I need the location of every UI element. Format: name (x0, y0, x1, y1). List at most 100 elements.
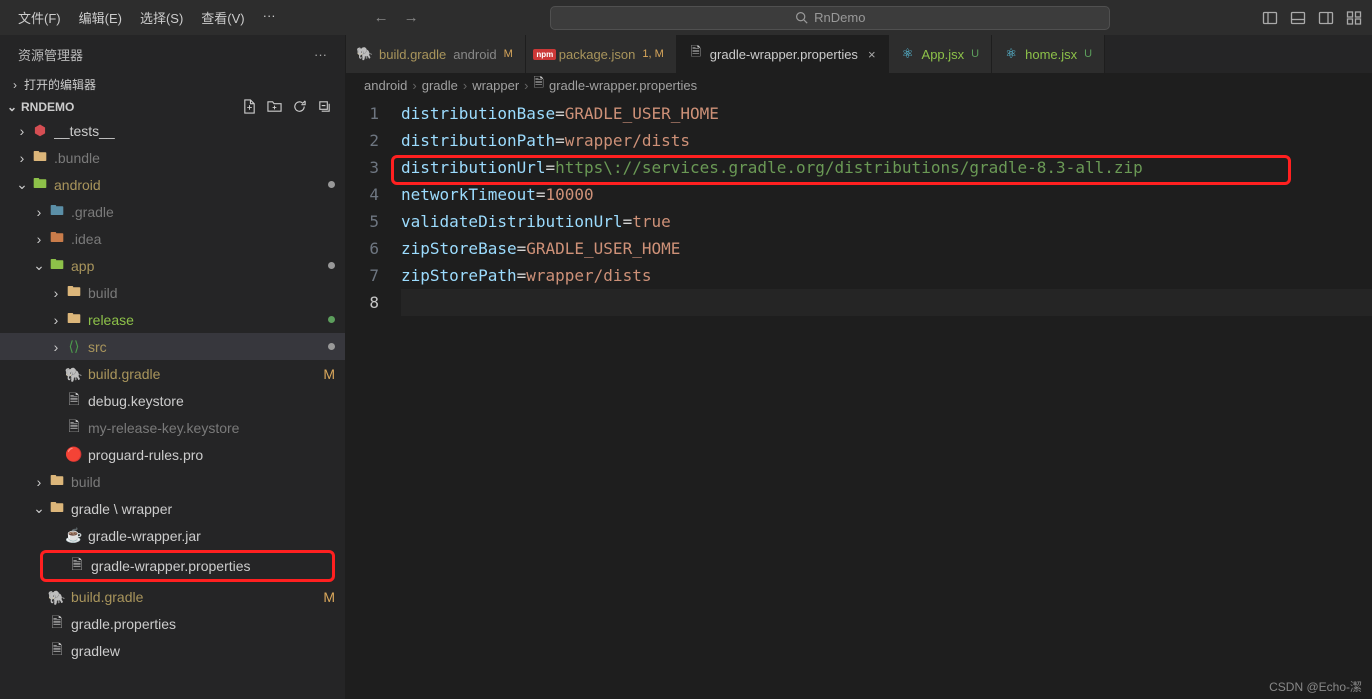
code-value: GRADLE_USER_HOME (526, 239, 680, 258)
new-file-icon[interactable] (242, 99, 257, 114)
tab-home-jsx[interactable]: ⚛home.jsxU (992, 35, 1105, 73)
tree-file-debug-keystore[interactable]: 🗎 debug.keystore (0, 387, 345, 414)
modified-dot-icon (328, 262, 335, 269)
tree-label: gradle-wrapper.jar (88, 528, 335, 544)
tree-label: .bundle (54, 150, 335, 166)
code-value: wrapper/dists (565, 131, 690, 150)
more-actions-icon[interactable]: ··· (314, 47, 327, 62)
tree-folder-tests[interactable]: ›⬢__tests__ (0, 117, 345, 144)
project-section[interactable]: ⌄ RNDEMO (0, 96, 345, 117)
breadcrumb-item[interactable]: gradle-wrapper.properties (549, 78, 697, 93)
gradle-icon: 🐘 (64, 363, 85, 384)
chevron-right-icon: › (8, 78, 22, 92)
tree-label: proguard-rules.pro (88, 447, 335, 463)
tree-label: android (54, 177, 328, 193)
npm-icon: npm (538, 49, 552, 60)
file-icon: 🗎 (65, 392, 83, 410)
modified-dot-icon (328, 181, 335, 188)
tree-folder-src[interactable]: ›⟨⟩src (0, 333, 345, 360)
file-icon: 🔴 (65, 446, 83, 464)
tab-app-jsx[interactable]: ⚛App.jsxU (889, 35, 993, 73)
tree-file-my-release-key[interactable]: 🗎my-release-key.keystore (0, 414, 345, 441)
breadcrumb-item[interactable]: gradle (422, 78, 458, 93)
breadcrumb[interactable]: android › gradle › wrapper › 🗎 gradle-wrapp… (346, 73, 1372, 97)
command-center[interactable]: RnDemo (419, 6, 1242, 30)
layout-sidebar-left-icon[interactable] (1262, 10, 1278, 26)
tree-file-build-gradle2[interactable]: 🐘build.gradleM (0, 583, 345, 610)
tree-label: release (88, 312, 328, 328)
tree-label: build (71, 474, 335, 490)
tab-suffix: android (453, 47, 496, 62)
tab-label: App.jsx (922, 47, 965, 62)
open-editors-label: 打开的编辑器 (24, 76, 96, 93)
tree-file-gradle-properties[interactable]: 🗎gradle.properties (0, 610, 345, 637)
tree-file-gradle-wrapper-jar[interactable]: ☕ gradle-wrapper.jar (0, 522, 345, 549)
tree-folder-app[interactable]: ⌄🖿app (0, 252, 345, 279)
tree-file-gradlew[interactable]: 🗎gradlew (0, 637, 345, 664)
breadcrumb-item[interactable]: android (364, 78, 407, 93)
tree-label: debug.keystore (88, 393, 335, 409)
line-number: 1 (346, 100, 379, 127)
tree-folder-idea[interactable]: ›🖿.idea (0, 225, 345, 252)
tab-gradle-wrapper-properties[interactable]: 🗎gradle-wrapper.properties× (677, 35, 889, 73)
folder-icon: 🖿 (48, 500, 66, 518)
tree-folder-android[interactable]: ⌄🖿android (0, 171, 345, 198)
tree-label: .idea (71, 231, 335, 247)
open-editors-section[interactable]: › 打开的编辑器 (0, 73, 345, 96)
tab-status: 1, M (642, 48, 663, 60)
tree-file-build-gradle[interactable]: 🐘build.gradleM (0, 360, 345, 387)
menu-more[interactable]: ··· (255, 4, 284, 31)
chevron-right-icon: › (524, 78, 528, 93)
tree-file-gradle-wrapper-properties[interactable]: 🗎gradle-wrapper.properties (43, 553, 332, 579)
tree-label: build.gradle (71, 589, 319, 605)
refresh-icon[interactable] (292, 99, 307, 114)
folder-icon: 🖿 (65, 284, 83, 302)
nav-back-icon[interactable]: ← (374, 9, 389, 26)
tree-file-proguard[interactable]: 🔴 proguard-rules.pro (0, 441, 345, 468)
nav-forward-icon[interactable]: → (404, 9, 419, 26)
chevron-right-icon: › (15, 123, 29, 139)
layout-sidebar-right-icon[interactable] (1318, 10, 1334, 26)
layout-customize-icon[interactable] (1346, 10, 1362, 26)
tree-folder-release[interactable]: ›🖿 release (0, 306, 345, 333)
line-number: 5 (346, 208, 379, 235)
menu-select[interactable]: 选择(S) (132, 4, 191, 31)
tree-folder-bundle[interactable]: ›🖿.bundle (0, 144, 345, 171)
folder-icon: ⬢ (31, 122, 49, 140)
breadcrumb-item[interactable]: wrapper (472, 78, 519, 93)
tree-label: gradle.properties (71, 616, 335, 632)
file-icon: 🗎 (68, 557, 86, 575)
code-value: https\://services.gradle.org/distributio… (555, 158, 1143, 177)
file-icon: 🗎 (534, 74, 544, 96)
collapse-all-icon[interactable] (317, 99, 332, 114)
folder-icon: 🖿 (65, 311, 83, 329)
editor-tabs: 🐘build.gradleandroidM npmpackage.json1, … (346, 35, 1372, 73)
chevron-right-icon: › (412, 78, 416, 93)
folder-icon: 🖿 (48, 473, 66, 491)
code-lines[interactable]: distributionBase=GRADLE_USER_HOME distri… (401, 100, 1372, 699)
chevron-right-icon: › (49, 312, 63, 328)
new-folder-icon[interactable] (267, 99, 282, 114)
tree-folder-build2[interactable]: ›🖿build (0, 468, 345, 495)
menu-file[interactable]: 文件(F) (10, 4, 69, 31)
tree-folder-gradle-hidden[interactable]: ›🖿.gradle (0, 198, 345, 225)
menu-view[interactable]: 查看(V) (193, 4, 252, 31)
folder-icon: 🖿 (48, 203, 66, 221)
tab-package-json[interactable]: npm package.json 1, M (526, 35, 677, 73)
java-icon: ☕ (65, 527, 83, 545)
tab-label: build.gradle (379, 47, 446, 62)
layout-panel-bottom-icon[interactable] (1290, 10, 1306, 26)
close-icon[interactable]: × (868, 47, 876, 62)
code-editor[interactable]: 1 2 3 4 5 6 7 8 distributionBase=GRADLE_… (346, 97, 1372, 699)
tree-folder-gradle-wrapper[interactable]: ⌄🖿gradle \ wrapper (0, 495, 345, 522)
gradle-icon: 🐘 (47, 586, 68, 607)
line-number: 2 (346, 127, 379, 154)
tree-label: gradle \ wrapper (71, 501, 335, 517)
chevron-down-icon: ⌄ (15, 176, 29, 193)
tab-label: package.json (559, 47, 636, 62)
tab-build-gradle[interactable]: 🐘build.gradleandroidM (346, 35, 526, 73)
chevron-right-icon: › (463, 78, 467, 93)
tree-folder-build[interactable]: ›🖿build (0, 279, 345, 306)
menu-edit[interactable]: 编辑(E) (71, 4, 130, 31)
line-number: 8 (346, 289, 379, 316)
